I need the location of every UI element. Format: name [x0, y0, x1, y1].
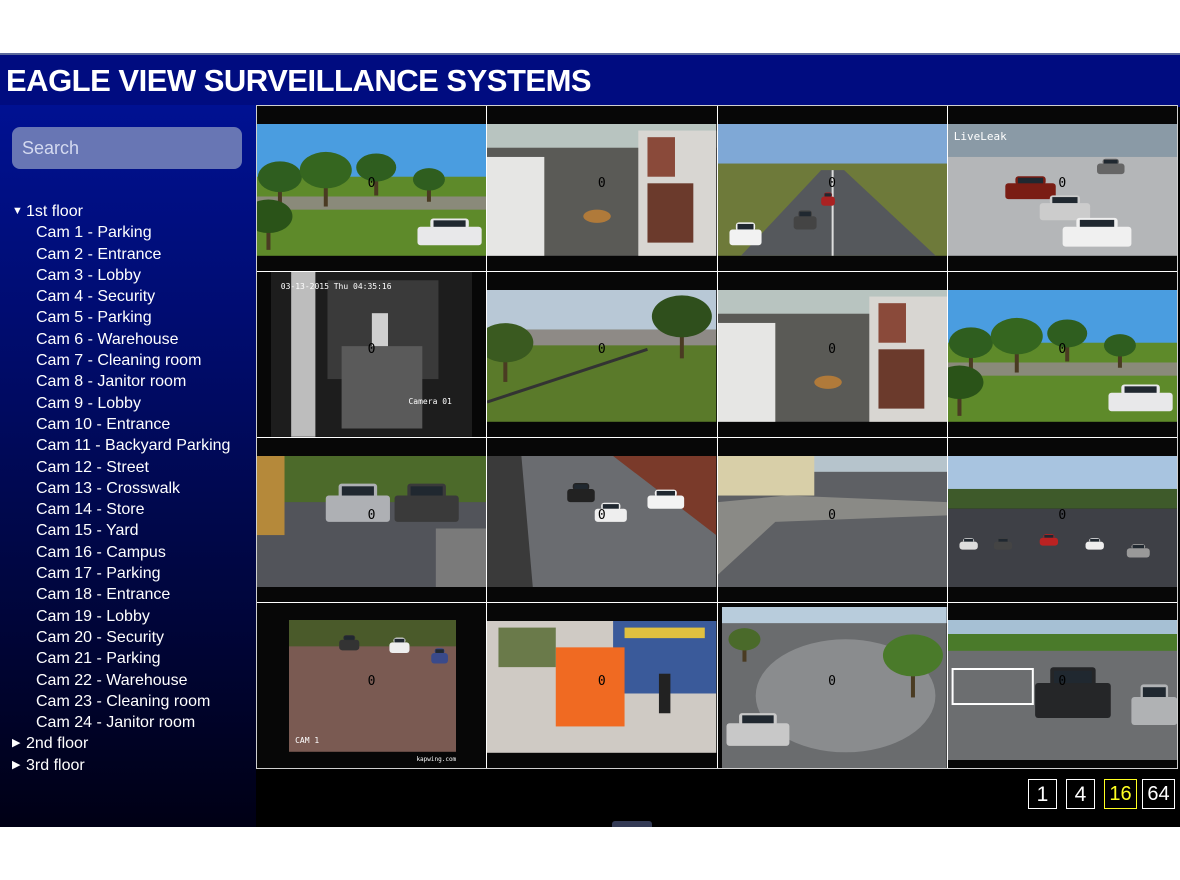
camera-feed-tile[interactable]: LiveLeak 0 — [947, 106, 1177, 271]
camera-feed-tile[interactable]: 0 — [257, 106, 487, 271]
camera-overlay-counter: 0 — [367, 673, 376, 689]
camera-list-item[interactable]: Cam 23 - Cleaning room — [0, 691, 256, 712]
header-bar: EAGLE VIEW SURVEILLANCE SYSTEMS — [0, 53, 1180, 107]
floor-label: 2nd floor — [26, 735, 89, 753]
caret-right-icon: ▶ — [12, 758, 21, 771]
camera-overlay-counter: 0 — [367, 176, 376, 192]
camera-caption: CAM 1 — [295, 735, 320, 745]
camera-feed-tile[interactable]: 0 — [947, 603, 1177, 768]
caret-down-icon: ▼ — [12, 205, 23, 217]
camera-list-item[interactable]: Cam 16 - Campus — [0, 542, 256, 563]
camera-feed-tile[interactable]: 0 — [947, 437, 1177, 603]
camera-tree: ▼ 1st floor Cam 1 - Parking Cam 2 - Entranc… — [0, 201, 256, 776]
caret-right-icon: ▶ — [12, 737, 21, 750]
camera-list-item[interactable]: Cam 21 - Parking — [0, 648, 256, 669]
camera-list-item[interactable]: Cam 2 - Entrance — [0, 244, 256, 265]
app-title: EAGLE VIEW SURVEILLANCE SYSTEMS — [6, 63, 592, 98]
camera-list-item[interactable]: Cam 13 - Crosswalk — [0, 478, 256, 499]
camera-timestamp: 03-13-2015 Thu 04:35:16 — [280, 281, 392, 291]
camera-list-item[interactable]: Cam 5 - Parking — [0, 307, 256, 328]
floor-toggle[interactable]: ▶ 3rd floor — [0, 755, 256, 776]
camera-overlay-counter: 0 — [828, 673, 836, 689]
camera-overlay-counter: 0 — [1058, 673, 1067, 689]
camera-overlay-counter: 0 — [367, 507, 376, 523]
layout-button-64[interactable]: 64 — [1142, 779, 1175, 809]
camera-feed-tile[interactable]: 0 — [257, 437, 487, 603]
camera-grid: 0 0 0 LiveLeak 0 03-13-2015 Thu 04:35:16 Camer… — [256, 105, 1178, 769]
floor-toggle[interactable]: ▼ 1st floor — [0, 201, 256, 222]
camera-list-item[interactable]: Cam 15 - Yard — [0, 520, 256, 541]
camera-overlay-counter: 0 — [1058, 176, 1067, 192]
camera-feed-tile[interactable]: 0 — [717, 106, 947, 271]
search-input[interactable] — [12, 127, 242, 169]
floor-label: 3rd floor — [26, 756, 85, 774]
camera-list-item[interactable]: Cam 1 - Parking — [0, 222, 256, 243]
camera-overlay-counter: 0 — [828, 176, 836, 192]
camera-caption: Camera 01 — [408, 396, 452, 406]
camera-sidebar: ▼1st floorCam 1 - ParkingCam 2 - Entranc… — [0, 105, 256, 827]
camera-video-image — [947, 619, 1177, 760]
camera-list-item[interactable]: Cam 12 - Street — [0, 457, 256, 478]
camera-list-item[interactable]: Cam 8 - Janitor room — [0, 371, 256, 392]
floor-toggle[interactable]: ▶ 2nd floor — [0, 733, 256, 754]
surveillance-app: EAGLE VIEW SURVEILLANCE SYSTEMS ▼1st flo… — [0, 53, 1180, 827]
scrollbar-thumb[interactable] — [612, 821, 652, 827]
camera-feed-tile[interactable]: 0 — [717, 271, 947, 437]
camera-list-item[interactable]: Cam 24 - Janitor room — [0, 712, 256, 733]
camera-feed-tile[interactable]: 0 — [487, 271, 717, 437]
camera-watermark: kapwing.com — [416, 756, 457, 763]
camera-list-item[interactable]: Cam 6 - Warehouse — [0, 329, 256, 350]
camera-overlay-counter: 0 — [367, 342, 376, 358]
camera-overlay-counter: 0 — [597, 507, 606, 523]
camera-overlay-counter: 0 — [828, 507, 836, 523]
floor-label: 1st floor — [26, 203, 83, 220]
camera-overlay-counter: 0 — [1058, 342, 1067, 358]
camera-overlay-counter: 0 — [1058, 507, 1067, 523]
layout-button-1[interactable]: 1 — [1028, 779, 1057, 809]
camera-caption: LiveLeak — [953, 130, 1007, 144]
camera-list-item[interactable]: Cam 4 - Security — [0, 286, 256, 307]
camera-list-item[interactable]: Cam 22 - Warehouse — [0, 670, 256, 691]
camera-list-item[interactable]: Cam 18 - Entrance — [0, 584, 256, 605]
camera-list-item[interactable]: Cam 11 - Backyard Parking — [0, 435, 256, 456]
camera-feed-tile[interactable]: 0 — [487, 106, 717, 271]
camera-overlay-counter: 0 — [597, 176, 606, 192]
camera-list-item[interactable]: Cam 14 - Store — [0, 499, 256, 520]
camera-feed-tile[interactable]: 0 — [717, 603, 947, 768]
camera-feed-tile[interactable]: 0 — [947, 271, 1177, 437]
camera-overlay-counter: 0 — [597, 342, 606, 358]
camera-list-item[interactable]: Cam 10 - Entrance — [0, 414, 256, 435]
camera-feed-tile[interactable]: 03-13-2015 Thu 04:35:16 Camera 01 0 — [257, 271, 487, 437]
camera-overlay-counter: 0 — [597, 673, 606, 689]
camera-feed-tile[interactable]: 0 — [487, 437, 717, 603]
layout-button-4[interactable]: 4 — [1066, 779, 1095, 809]
layout-button-16[interactable]: 16 — [1104, 779, 1137, 809]
camera-list-item[interactable]: Cam 20 - Security — [0, 627, 256, 648]
camera-overlay-counter: 0 — [828, 342, 836, 358]
camera-list-item[interactable]: Cam 17 - Parking — [0, 563, 256, 584]
camera-list-item[interactable]: Cam 7 - Cleaning room — [0, 350, 256, 371]
camera-list-item[interactable]: Cam 9 - Lobby — [0, 393, 256, 414]
layout-selector: 1 4 16 64 — [1028, 779, 1175, 811]
camera-feed-tile[interactable]: CAM 1 kapwing.com 0 — [257, 603, 487, 768]
camera-feed-tile[interactable]: 0 — [487, 603, 717, 768]
camera-feed-tile[interactable]: 0 — [717, 437, 947, 603]
camera-list-item[interactable]: Cam 19 - Lobby — [0, 606, 256, 627]
camera-list-item[interactable]: Cam 3 - Lobby — [0, 265, 256, 286]
